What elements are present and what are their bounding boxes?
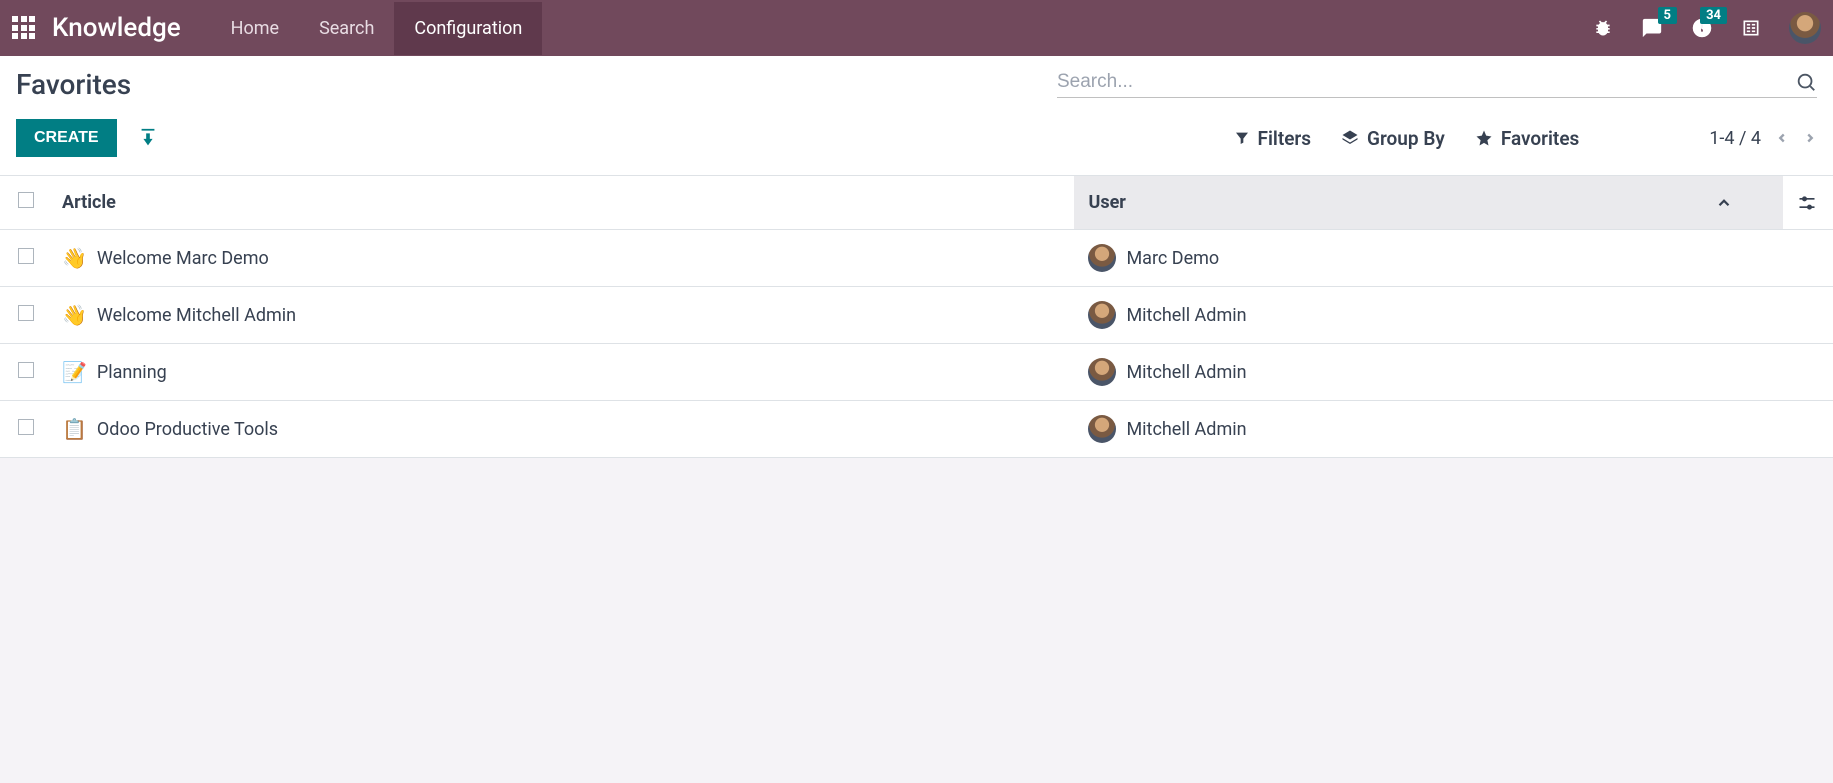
funnel-icon xyxy=(1234,130,1250,146)
article-emoji: 👋 xyxy=(62,303,87,327)
nav-links: Home Search Configuration xyxy=(211,2,543,55)
activities-icon[interactable]: 34 xyxy=(1691,17,1713,39)
article-cell[interactable]: 👋 Welcome Marc Demo xyxy=(48,230,1074,287)
nav-right: 5 34 xyxy=(1593,12,1821,44)
companies-icon[interactable] xyxy=(1741,17,1761,39)
article-title: Planning xyxy=(97,362,167,383)
user-name: Mitchell Admin xyxy=(1126,305,1246,326)
search-icon[interactable] xyxy=(1795,71,1817,93)
app-brand[interactable]: Knowledge xyxy=(52,13,181,43)
table-row[interactable]: 📋 Odoo Productive Tools Mitchell Admin xyxy=(0,401,1833,458)
column-header-user-label: User xyxy=(1088,192,1125,213)
column-header-user[interactable]: User xyxy=(1074,176,1783,230)
navbar: Knowledge Home Search Configuration 5 34 xyxy=(0,0,1833,56)
row-checkbox-cell xyxy=(0,344,48,401)
user-avatar-small xyxy=(1088,301,1116,329)
article-title: Welcome Mitchell Admin xyxy=(97,305,296,326)
filters-button[interactable]: Filters xyxy=(1234,127,1312,150)
user-cell[interactable]: Mitchell Admin xyxy=(1074,287,1833,344)
select-all-header xyxy=(0,176,48,230)
star-icon xyxy=(1475,129,1493,147)
user-name: Mitchell Admin xyxy=(1126,362,1246,383)
user-avatar-small xyxy=(1088,244,1116,272)
user-avatar-small xyxy=(1088,358,1116,386)
article-cell[interactable]: 📋 Odoo Productive Tools xyxy=(48,401,1074,458)
import-icon[interactable] xyxy=(137,127,159,149)
nav-link-home[interactable]: Home xyxy=(211,2,299,55)
create-button[interactable]: CREATE xyxy=(16,119,117,157)
groupby-button[interactable]: Group By xyxy=(1341,127,1445,150)
layers-icon xyxy=(1341,129,1359,147)
article-emoji: 👋 xyxy=(62,246,87,270)
user-cell[interactable]: Marc Demo xyxy=(1074,230,1833,287)
user-name: Mitchell Admin xyxy=(1126,419,1246,440)
table-row[interactable]: 👋 Welcome Marc Demo Marc Demo xyxy=(0,230,1833,287)
breadcrumb: Favorites xyxy=(16,68,131,101)
row-checkbox-cell xyxy=(0,230,48,287)
pager: 1-4 / 4 xyxy=(1709,127,1817,149)
nav-link-search[interactable]: Search xyxy=(299,2,394,55)
activities-badge: 34 xyxy=(1700,7,1727,24)
user-cell[interactable]: Mitchell Admin xyxy=(1074,344,1833,401)
chevron-up-icon xyxy=(1715,194,1733,212)
nav-link-configuration[interactable]: Configuration xyxy=(394,2,542,55)
row-checkbox[interactable] xyxy=(18,248,34,264)
messages-icon[interactable]: 5 xyxy=(1641,17,1663,39)
row-checkbox-cell xyxy=(0,401,48,458)
pager-next-icon[interactable] xyxy=(1803,127,1817,149)
article-emoji: 📝 xyxy=(62,360,87,384)
article-emoji: 📋 xyxy=(62,417,87,441)
column-header-article[interactable]: Article xyxy=(48,176,1074,230)
row-checkbox[interactable] xyxy=(18,362,34,378)
sliders-icon[interactable] xyxy=(1797,193,1819,213)
user-avatar[interactable] xyxy=(1789,12,1821,44)
table-row[interactable]: 👋 Welcome Mitchell Admin Mitchell Admin xyxy=(0,287,1833,344)
column-settings-header xyxy=(1783,176,1833,230)
select-all-checkbox[interactable] xyxy=(18,192,34,208)
table-row[interactable]: 📝 Planning Mitchell Admin xyxy=(0,344,1833,401)
groupby-label: Group By xyxy=(1367,127,1445,150)
apps-menu-icon[interactable] xyxy=(12,16,36,40)
list-view: Article User 👋 W xyxy=(0,176,1833,458)
pager-prev-icon[interactable] xyxy=(1775,127,1789,149)
user-cell[interactable]: Mitchell Admin xyxy=(1074,401,1833,458)
messages-badge: 5 xyxy=(1658,7,1677,24)
user-name: Marc Demo xyxy=(1126,248,1219,269)
article-title: Welcome Marc Demo xyxy=(97,248,269,269)
debug-icon[interactable] xyxy=(1593,18,1613,38)
row-checkbox[interactable] xyxy=(18,419,34,435)
article-title: Odoo Productive Tools xyxy=(97,419,278,440)
search-input[interactable] xyxy=(1057,71,1795,93)
row-checkbox-cell xyxy=(0,287,48,344)
article-cell[interactable]: 📝 Planning xyxy=(48,344,1074,401)
filters-label: Filters xyxy=(1258,127,1312,150)
search-box xyxy=(1057,71,1817,98)
user-avatar-small xyxy=(1088,415,1116,443)
pager-text[interactable]: 1-4 / 4 xyxy=(1709,128,1761,149)
article-cell[interactable]: 👋 Welcome Mitchell Admin xyxy=(48,287,1074,344)
favorites-button[interactable]: Favorites xyxy=(1475,127,1579,150)
row-checkbox[interactable] xyxy=(18,305,34,321)
control-panel: Favorites CREATE Filters Group By xyxy=(0,56,1833,176)
favorites-label: Favorites xyxy=(1501,127,1579,150)
